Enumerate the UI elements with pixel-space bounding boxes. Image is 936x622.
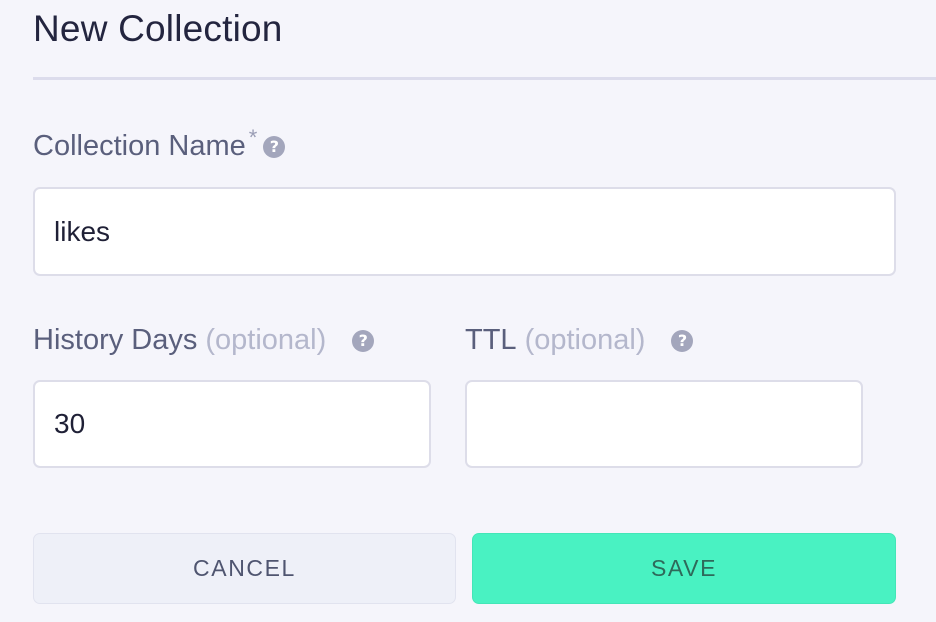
new-collection-dialog: New Collection Collection Name * ? Histo… [0, 0, 936, 622]
collection-name-input[interactable] [33, 187, 896, 276]
required-marker: * [248, 124, 258, 150]
ttl-label: TTL (optional) ? [465, 324, 694, 357]
ttl-input[interactable] [465, 380, 863, 468]
ttl-help-icon[interactable]: ? [671, 329, 694, 352]
ttl-optional-text: (optional) [524, 324, 646, 356]
history-days-input[interactable] [33, 380, 431, 468]
history-days-optional-text: (optional) [205, 324, 327, 356]
ttl-label-text: TTL [465, 324, 517, 356]
collection-name-help-icon[interactable]: ? [263, 135, 286, 158]
history-days-label-text: History Days [33, 324, 198, 356]
history-days-label: History Days (optional) ? [33, 324, 375, 357]
cancel-button[interactable]: CANCEL [33, 533, 456, 604]
save-button[interactable]: SAVE [472, 533, 896, 604]
collection-name-label: Collection Name * ? [33, 125, 286, 163]
history-days-help-icon[interactable]: ? [352, 329, 375, 352]
collection-name-label-text: Collection Name [33, 130, 246, 162]
dialog-title: New Collection [33, 8, 283, 49]
title-divider [33, 77, 936, 80]
